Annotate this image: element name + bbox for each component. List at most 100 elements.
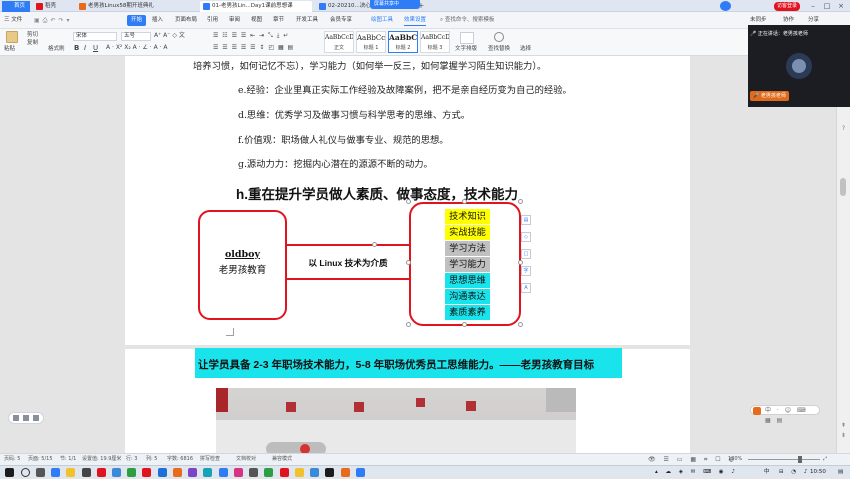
avatar[interactable] (720, 1, 731, 11)
wps-icon[interactable] (97, 468, 106, 477)
menu-page-layout[interactable]: 页面布局 (175, 15, 197, 26)
app-icon[interactable] (127, 468, 136, 477)
menu-section[interactable]: 章节 (273, 15, 284, 26)
file-explorer-icon[interactable] (66, 468, 75, 477)
app-icon[interactable] (188, 468, 197, 477)
app-icon[interactable] (280, 468, 289, 477)
selection-handle[interactable] (372, 242, 377, 247)
search-icon[interactable] (21, 468, 30, 477)
login-button[interactable]: 访客登录 (774, 2, 800, 11)
selection-handle[interactable] (518, 260, 523, 265)
style-normal[interactable]: AaBbCcDd 正文 (324, 31, 354, 53)
status-words[interactable]: 字数: 6816 (167, 454, 193, 465)
selection-handle[interactable] (406, 260, 411, 265)
app-icon[interactable] (112, 468, 121, 477)
edge-icon[interactable] (51, 468, 60, 477)
copy-button[interactable]: 复制 (27, 38, 38, 48)
select-button[interactable]: 选择 (520, 44, 531, 54)
doc-proofread-button[interactable]: 文档校对 (236, 454, 256, 465)
format-painter-button[interactable]: 格式刷 (48, 44, 65, 54)
floating-toolbar[interactable]: 中 · ☺ ⌨ ▦ ▤ (750, 405, 820, 424)
app-icon[interactable] (356, 468, 365, 477)
app-icon[interactable] (325, 468, 334, 477)
menu-effect-settings[interactable]: 效果设置 (404, 15, 427, 26)
selection-handle[interactable] (462, 199, 467, 204)
find-replace-button[interactable]: 查找替换 (488, 44, 510, 54)
vertical-scrollbar[interactable]: ? ⇞ ⇟ (836, 56, 850, 465)
zoom-slider-thumb[interactable] (798, 456, 802, 463)
more-options-icon[interactable]: A (521, 283, 531, 293)
style-heading-3[interactable]: AaBbCcD 标题 3 (420, 31, 450, 53)
paste-button[interactable]: 粘贴 (4, 44, 15, 54)
shape-outline-icon[interactable]: □ (521, 249, 531, 259)
styles-gallery-icon[interactable] (460, 32, 474, 44)
app-icon[interactable] (249, 468, 258, 477)
document-page[interactable]: 培养习惯，如何记忆不忘），学习能力（如何举一反三，如何掌握学习陌生知识能力）。 … (125, 56, 690, 345)
app-icon[interactable] (142, 468, 151, 477)
menu-developer[interactable]: 开发工具 (296, 15, 318, 26)
menu-member[interactable]: 会员专享 (330, 15, 352, 26)
text-layout-button[interactable]: 文字排版 (455, 44, 477, 54)
file-menu[interactable]: 三 文件 (4, 15, 22, 26)
font-grow-shrink[interactable]: A⁺ A⁻ ◇ 文 (154, 31, 185, 41)
close-icon[interactable]: × (834, 0, 848, 12)
list-buttons[interactable]: ☰ ☷ ☰ ☰ ⇤ ⇥ ⤡ ⤓ ↵ (213, 31, 289, 41)
app-icon[interactable] (219, 468, 228, 477)
network-volume-icons[interactable]: ⊟ ◔ ♪ (779, 466, 810, 479)
notification-icon[interactable]: ▤ (838, 466, 843, 479)
zoom-slider[interactable] (748, 456, 820, 463)
style-heading-1[interactable]: AaBbCc 标题 1 (356, 31, 386, 53)
quick-access-toolbar[interactable]: ▣⎙↶↷▾ (34, 16, 104, 25)
font-size-select[interactable]: 五号 (121, 32, 151, 41)
selection-handle[interactable] (518, 322, 523, 327)
italic-button[interactable]: I (84, 43, 86, 53)
tab-document[interactable]: 老男孩Linux58期开班典礼 (76, 1, 196, 12)
app-icon[interactable] (295, 468, 304, 477)
menu-view[interactable]: 视图 (251, 15, 262, 26)
text-effects[interactable]: A · X² X₂ A · ∠ · A · A (106, 43, 168, 53)
zoom-fit-icon[interactable]: ⤢ (823, 454, 827, 465)
selection-handle[interactable] (406, 322, 411, 327)
tab-document-active[interactable]: 01-老男孩Lin...Day1课前思想课 (200, 1, 312, 12)
menu-review[interactable]: 审阅 (229, 15, 240, 26)
shape-fill-icon[interactable]: ◇ (521, 232, 531, 242)
selection-handle[interactable] (462, 322, 467, 327)
spell-check-button[interactable]: 拼写检查 (200, 454, 220, 465)
ime-indicator[interactable]: 中 (764, 466, 770, 479)
app-icon[interactable] (234, 468, 243, 477)
minimize-icon[interactable]: – (806, 0, 820, 12)
menu-insert[interactable]: 插入 (152, 15, 163, 26)
tab-daoke[interactable]: 稻壳 (33, 1, 73, 12)
app-icon[interactable] (203, 468, 212, 477)
view-mode-icons[interactable]: 👁 ☰ ▭ ▦ ⌗ ☐ ◍ (648, 454, 737, 465)
maximize-icon[interactable]: □ (820, 0, 834, 12)
app-icon[interactable] (264, 468, 273, 477)
zoom-level[interactable]: 180% (728, 454, 742, 465)
page-nav-icons[interactable]: ⇞ ⇟ (839, 421, 848, 451)
style-heading-2[interactable]: AaBbC 标题 2 (388, 31, 418, 53)
task-view-icon[interactable] (36, 468, 45, 477)
app-icon[interactable] (341, 468, 350, 477)
font-name-select[interactable]: 宋体 (73, 32, 117, 41)
command-search[interactable]: ⌕ 查找命令、搜索模板 (440, 15, 494, 26)
scrollbar-thumb[interactable] (840, 178, 846, 196)
menu-start[interactable]: 开始 (127, 15, 147, 26)
app-icon[interactable] (158, 468, 167, 477)
selection-handle[interactable] (406, 199, 411, 204)
system-tray-icons[interactable]: ▴ ☁ ◈ ✉ ⌨ ◉ ♪ (655, 466, 738, 479)
paste-icon[interactable] (6, 31, 18, 43)
text-wrap-icon[interactable]: 字 (521, 266, 531, 276)
align-buttons[interactable]: ☰ ☰ ☰ ☰ ☰ ↕ ◰ ▦ ▤ (213, 43, 294, 53)
menu-references[interactable]: 引用 (207, 15, 218, 26)
terminal-icon[interactable] (82, 468, 91, 477)
bold-button[interactable]: B (74, 43, 79, 53)
menu-drawing-tools[interactable]: 绘图工具 (371, 15, 393, 26)
app-icon[interactable] (173, 468, 182, 477)
meeting-video-panel[interactable]: 🎤 正在讲话：老男孩老师 🎤 老男孩老师 (748, 25, 850, 107)
tab-home[interactable]: 首页 (2, 1, 30, 12)
app-icon[interactable] (310, 468, 319, 477)
layout-options-icon[interactable]: ▤ (521, 215, 531, 225)
windows-start-icon[interactable] (5, 468, 14, 477)
help-icon[interactable]: ? (839, 124, 848, 133)
diagram-left-box[interactable]: oldboy 老男孩教育 (198, 210, 287, 320)
